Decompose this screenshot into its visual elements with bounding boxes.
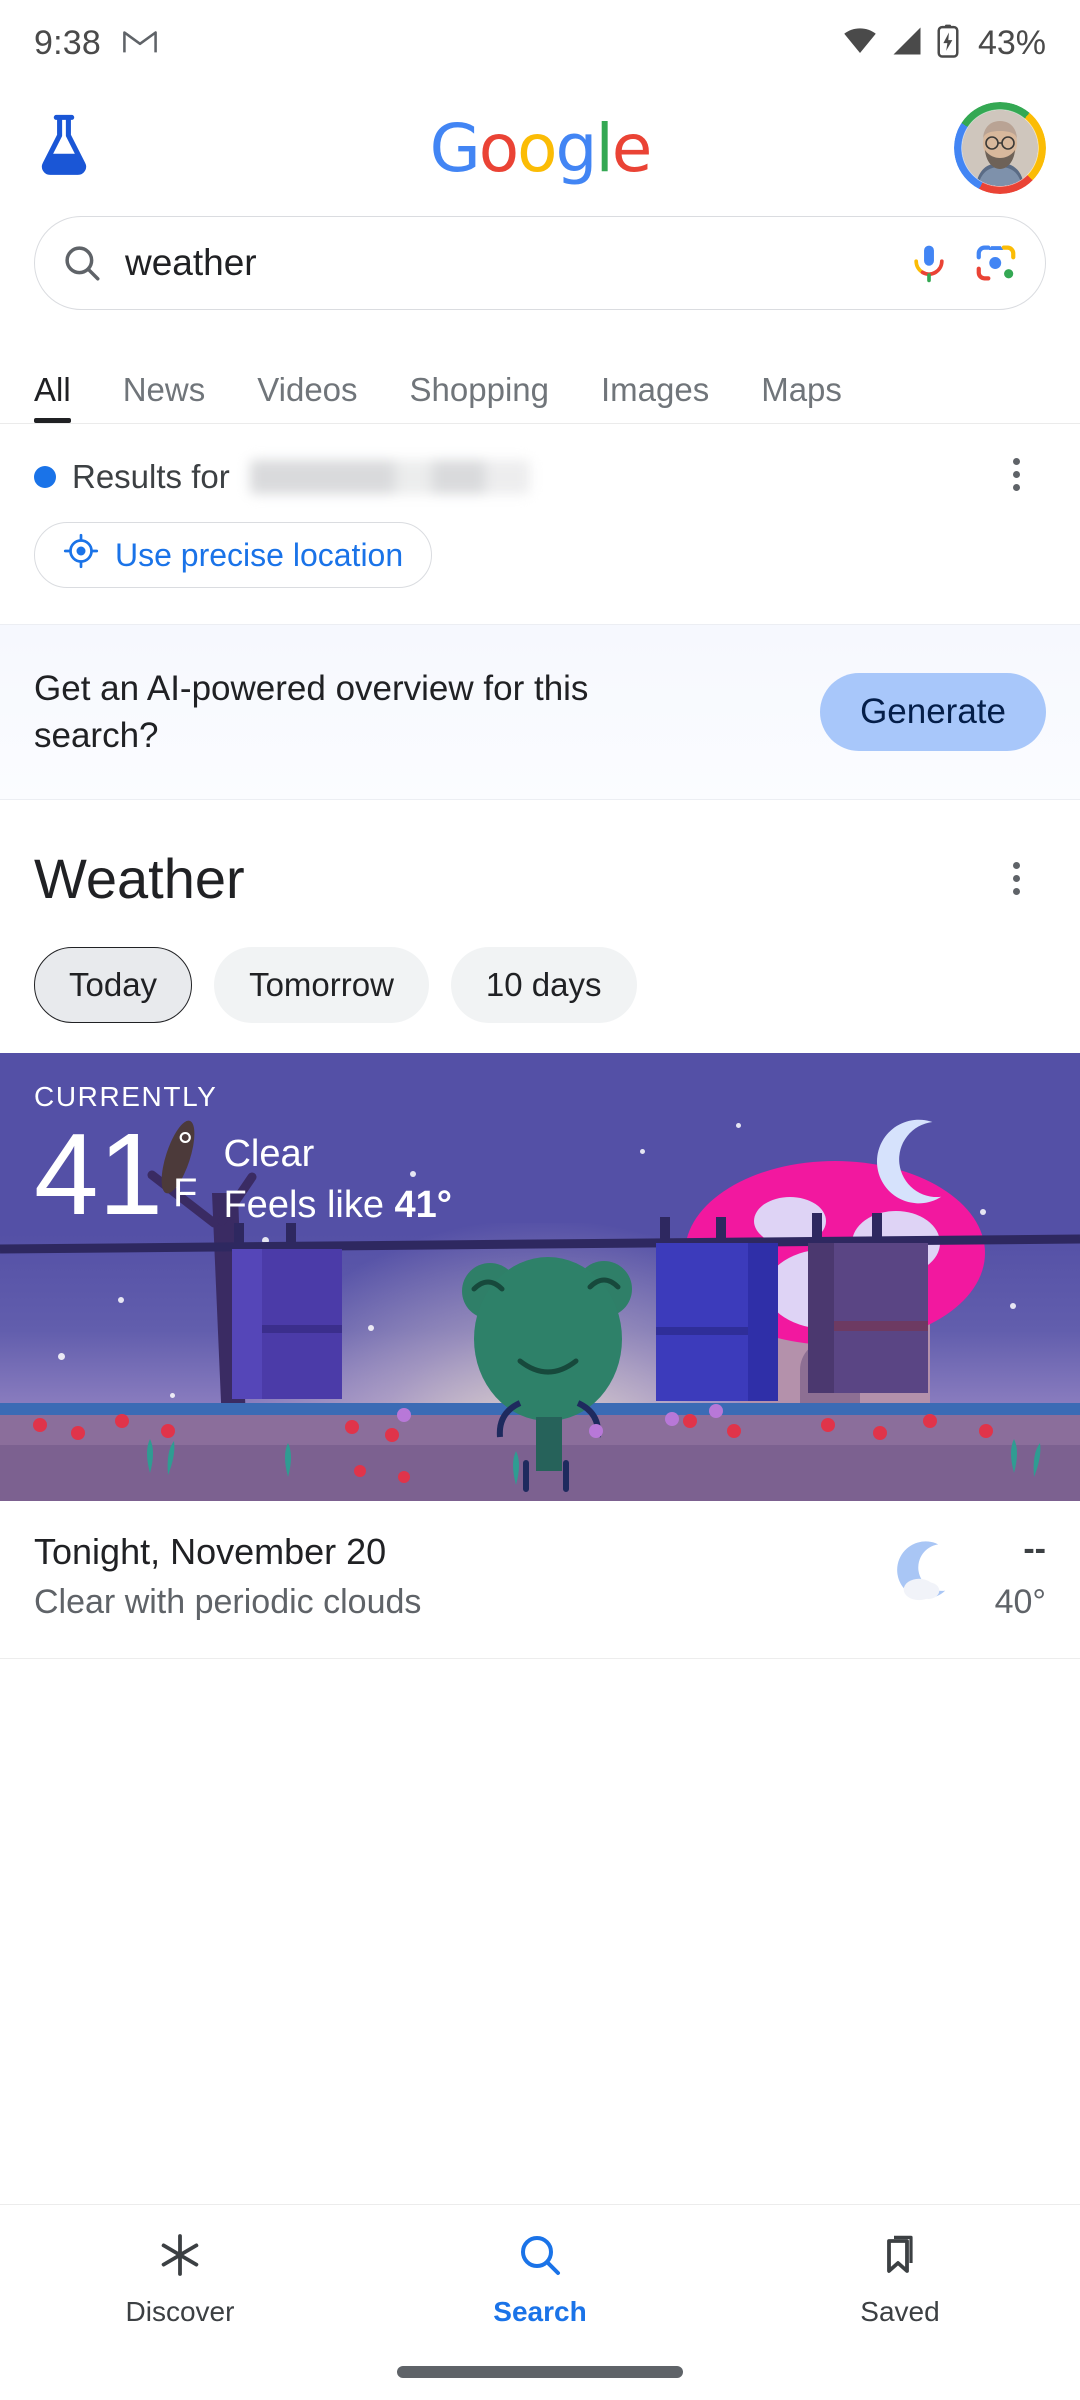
logo-letter-o2: o	[517, 110, 555, 187]
results-for-section: Results for Use precise location	[0, 424, 1080, 588]
battery-percent: 43%	[978, 24, 1046, 63]
feels-like-row: Feels like 41°	[223, 1180, 452, 1231]
tab-shopping[interactable]: Shopping	[410, 371, 549, 423]
use-precise-location-button[interactable]: Use precise location	[34, 522, 432, 588]
tab-images[interactable]: Images	[601, 371, 709, 423]
tonight-right-group: -- 40°	[893, 1531, 1046, 1621]
google-logo: Google	[430, 110, 651, 187]
page-title: Weather	[34, 846, 245, 911]
nav-item-discover[interactable]: Discover	[0, 2231, 360, 2328]
google-lens-icon[interactable]	[973, 240, 1019, 286]
temperature-unit-group: ° F	[173, 1121, 197, 1219]
status-bar-left: 9:38	[34, 24, 157, 63]
search-icon	[61, 242, 103, 284]
nav-label-saved: Saved	[860, 2296, 939, 2328]
bookmark-icon	[876, 2231, 924, 2284]
weather-overflow-button[interactable]	[986, 849, 1046, 909]
logo-letter-g1: G	[430, 110, 479, 187]
tab-all[interactable]: All	[34, 371, 71, 423]
tonight-description: Clear with periodic clouds	[34, 1583, 893, 1622]
tonight-temps: -- 40°	[995, 1531, 1046, 1621]
more-vert-icon	[1013, 458, 1020, 491]
degree-symbol: °	[177, 1127, 193, 1167]
status-bar-right: 43%	[842, 24, 1046, 63]
generate-button[interactable]: Generate	[820, 673, 1046, 751]
ai-overview-banner: Get an AI-powered overview for this sear…	[0, 624, 1080, 800]
nav-item-search[interactable]: Search	[360, 2231, 720, 2328]
search-input[interactable]: weather	[125, 242, 885, 284]
cell-signal-icon	[890, 26, 924, 61]
chip-10-days[interactable]: 10 days	[451, 947, 637, 1023]
lab-flask-icon[interactable]	[34, 113, 94, 184]
use-precise-location-label: Use precise location	[115, 537, 403, 574]
gmail-icon	[123, 28, 157, 59]
search-bar[interactable]: weather	[34, 216, 1046, 310]
result-tabs[interactable]: All News Videos Shopping Images Maps	[0, 354, 1080, 424]
current-condition: Clear	[223, 1129, 452, 1180]
results-for-label: Results for	[72, 458, 230, 496]
tonight-high: --	[995, 1531, 1046, 1568]
tab-news[interactable]: News	[123, 371, 206, 423]
tab-videos[interactable]: Videos	[257, 371, 357, 423]
app-header: Google	[0, 86, 1080, 210]
status-time: 9:38	[34, 24, 101, 63]
weather-range-chips[interactable]: Today Tomorrow 10 days	[0, 911, 1080, 1053]
nav-label-search: Search	[493, 2296, 586, 2328]
tonight-forecast-row[interactable]: Tonight, November 20 Clear with periodic…	[0, 1501, 1080, 1659]
avatar-image	[962, 110, 1038, 186]
results-for-overflow-button[interactable]	[986, 444, 1046, 504]
status-bar: 9:38 43%	[0, 0, 1080, 86]
chip-today[interactable]: Today	[34, 947, 192, 1023]
current-temperature-row: 41 ° F Clear Feels like 41°	[34, 1121, 452, 1232]
moon-with-cloud-icon	[893, 1536, 969, 1617]
location-target-icon	[63, 533, 99, 577]
bottom-navigation[interactable]: Discover Search Saved	[0, 2204, 1080, 2400]
tonight-text-group: Tonight, November 20 Clear with periodic…	[34, 1531, 893, 1622]
results-for-row: Results for	[34, 458, 1046, 496]
battery-charging-icon	[936, 24, 960, 63]
crescent-moon-icon	[862, 1111, 972, 1226]
current-condition-group: Clear Feels like 41°	[223, 1121, 452, 1232]
results-for-location-redacted	[250, 460, 530, 494]
temperature-unit[interactable]: F	[173, 1167, 197, 1219]
avatar[interactable]	[954, 102, 1046, 194]
feels-like-value: 41°	[395, 1184, 452, 1226]
gesture-bar[interactable]	[397, 2366, 683, 2378]
asterisk-icon	[156, 2231, 204, 2284]
nav-label-discover: Discover	[126, 2296, 235, 2328]
current-weather-info: CURRENTLY 41 ° F Clear Feels like 41°	[34, 1081, 452, 1232]
location-dot-icon	[34, 466, 56, 488]
wifi-icon	[842, 26, 878, 61]
weather-header: Weather	[0, 800, 1080, 911]
tab-maps[interactable]: Maps	[761, 371, 842, 423]
more-vert-icon	[1013, 862, 1020, 895]
logo-letter-l: l	[595, 110, 611, 187]
ai-overview-prompt: Get an AI-powered overview for this sear…	[34, 665, 674, 760]
tonight-title: Tonight, November 20	[34, 1531, 893, 1573]
logo-letter-e: e	[612, 110, 651, 187]
weather-current-card[interactable]: CURRENTLY 41 ° F Clear Feels like 41°	[0, 1053, 1080, 1501]
current-temperature: 41	[34, 1121, 163, 1228]
nav-item-saved[interactable]: Saved	[720, 2231, 1080, 2328]
feels-like-label: Feels like	[223, 1184, 384, 1226]
microphone-icon[interactable]	[907, 241, 951, 285]
logo-letter-o1: o	[479, 110, 517, 187]
search-icon	[516, 2231, 564, 2284]
chip-tomorrow[interactable]: Tomorrow	[214, 947, 429, 1023]
logo-letter-g2: g	[556, 110, 596, 187]
tonight-low: 40°	[995, 1583, 1046, 1622]
